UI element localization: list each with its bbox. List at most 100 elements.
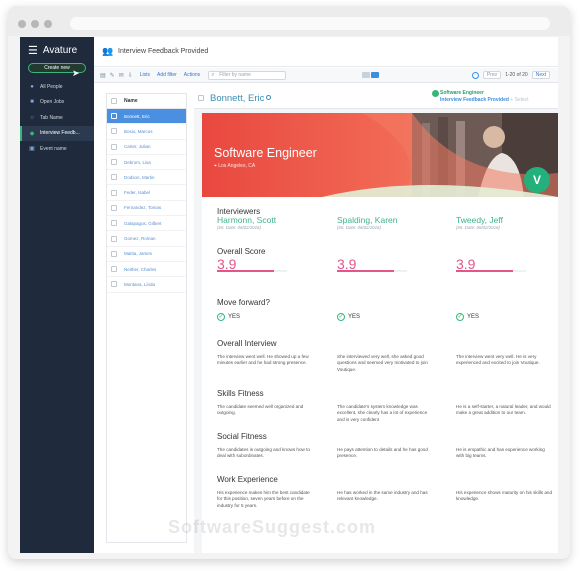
candidate-link[interactable]: Galapagos, Gilbert — [124, 221, 162, 226]
interview-date: (Int. Date: 06/02/2016) — [456, 225, 500, 231]
feedback-icon: ◆ — [29, 130, 35, 137]
candidate-link[interactable]: Dodson, Martin — [124, 175, 155, 180]
list-item[interactable]: Gomez, Roman — [107, 231, 186, 247]
section-work-experience: Work Experience — [217, 475, 278, 484]
move-forward-text: YES — [228, 313, 241, 320]
detail-header: Bonnett, Eric Software Engineer Intervie… — [194, 87, 558, 109]
select-all-checkbox[interactable] — [111, 98, 117, 104]
row-checkbox[interactable] — [111, 174, 117, 181]
check-circle-icon: ✓ — [217, 313, 225, 321]
row-checkbox[interactable] — [111, 281, 117, 288]
list-item[interactable]: Montana, Linda — [107, 277, 186, 293]
row-checkbox[interactable] — [111, 113, 117, 120]
banner-title: Software Engineer — [214, 146, 317, 160]
sidebar-item-all-people[interactable]: ● All People — [20, 79, 94, 95]
sidebar-item-label: Interview Feedb... — [40, 130, 80, 137]
download-icon[interactable]: ⇩ — [128, 72, 133, 79]
list-item[interactable]: Galapagos, Gilbert — [107, 216, 186, 232]
candidate-link[interactable]: Bosio, Marcus — [124, 129, 153, 134]
check-circle-icon: ✓ — [337, 313, 345, 321]
page-header: 👥 Interview Feedback Provided — [94, 37, 558, 67]
sidebar: ☰ Avature Create new ➤ ● All People ■ Op… — [20, 37, 94, 553]
move-forward-text: YES — [348, 313, 361, 320]
filter-input[interactable]: ⌕ Filter by name — [208, 70, 287, 80]
people-icon: ● — [30, 83, 34, 90]
interviewer-name[interactable]: Tweedy, Jeff — [456, 215, 554, 224]
row-checkbox[interactable] — [111, 250, 117, 257]
score-value: 3.9 — [217, 256, 237, 272]
candidate-link[interactable]: Debrom, Lisa — [124, 160, 151, 165]
row-checkbox[interactable] — [111, 143, 117, 150]
list-item[interactable]: Bosio, Marcus — [107, 124, 186, 140]
edit-icon[interactable]: ✎ — [110, 72, 115, 79]
row-checkbox[interactable] — [111, 266, 117, 273]
candidate-link[interactable]: Fernandez, Tomas — [124, 205, 161, 210]
list-item[interactable]: Dodson, Martin — [107, 170, 186, 186]
interview-date: (Int. Date: 06/02/2016) — [337, 225, 381, 231]
toolbar: ▤ ✎ ✉ ⇩ Lists Add filter Actions ⌕ Filte… — [94, 68, 558, 83]
list-item[interactable]: Neither, Charles — [107, 262, 186, 278]
sidebar-item-interview-feedback[interactable]: ◆ Interview Feedb... — [20, 125, 94, 141]
hamburger-menu-icon[interactable]: ☰ — [28, 44, 38, 57]
sidebar-item-open-jobs[interactable]: ■ Open Jobs — [20, 95, 94, 111]
candidate-link[interactable]: Montana, Linda — [124, 282, 155, 287]
close-dot[interactable] — [18, 20, 26, 28]
add-filter-menu[interactable]: Add filter — [157, 72, 177, 78]
candidate-link[interactable]: Carter, Julian — [124, 144, 151, 149]
actions-menu[interactable]: Actions — [184, 72, 200, 78]
list-item[interactable]: Fernandez, Tomas — [107, 201, 186, 217]
window-controls — [18, 20, 52, 28]
interviewer-name[interactable]: Spalding, Karen — [337, 215, 435, 224]
job-tag-extra[interactable]: + Select — [510, 97, 528, 103]
list-item[interactable]: Feder, Isabel — [107, 185, 186, 201]
job-link-icon — [432, 90, 439, 97]
move-forward-answer: ✓ YES — [337, 313, 435, 321]
email-icon[interactable]: ✉ — [119, 72, 124, 79]
candidate-link[interactable]: Gomez, Roman — [124, 236, 156, 241]
select-candidate-checkbox[interactable] — [198, 95, 204, 101]
work-experience-text: His experience shows maturity on his ski… — [456, 490, 552, 502]
info-icon[interactable] — [266, 95, 271, 100]
split-view-icon[interactable] — [371, 72, 380, 78]
candidate-link[interactable]: Neither, Charles — [124, 267, 156, 272]
row-checkbox[interactable] — [111, 204, 117, 211]
minimize-dot[interactable] — [31, 20, 39, 28]
sidebar-item-tab-name[interactable]: ○ Tab Name — [20, 110, 94, 126]
maximize-dot[interactable] — [44, 20, 52, 28]
lists-menu[interactable]: Lists — [140, 72, 150, 78]
row-checkbox[interactable] — [111, 235, 117, 242]
row-checkbox[interactable] — [111, 159, 117, 166]
next-button[interactable]: Next — [531, 71, 550, 79]
candidate-link[interactable]: Mattia, James — [124, 251, 152, 256]
interviewer-name[interactable]: Harmonn, Scott — [217, 215, 315, 224]
refresh-icon[interactable] — [471, 71, 479, 79]
candidate-list: Name Bonnett, Eric Bosio, Marcus Carter, J… — [106, 93, 187, 543]
document-icon[interactable]: ▤ — [100, 72, 106, 79]
sidebar-item-event-name[interactable]: ▣ Event name — [20, 141, 94, 157]
list-view-icon[interactable] — [362, 72, 371, 78]
column-header-name[interactable]: Name — [124, 98, 138, 104]
work-experience-text: He has worked in the same industry and h… — [337, 490, 428, 502]
list-item[interactable]: Mattia, James — [107, 247, 186, 262]
list-header: Name — [107, 94, 186, 109]
list-item[interactable]: Debrom, Lisa — [107, 155, 186, 171]
candidate-name[interactable]: Bonnett, Eric — [210, 93, 264, 104]
row-checkbox[interactable] — [111, 128, 117, 135]
app-name: Avature — [42, 45, 78, 56]
prev-button[interactable]: Prev — [482, 71, 502, 79]
social-fitness-text: The candidates is outgoing and knows how… — [217, 447, 310, 459]
row-checkbox[interactable] — [111, 189, 117, 196]
list-item[interactable]: Bonnett, Eric — [107, 109, 186, 125]
social-fitness-text: He pays attention to details and he has … — [337, 447, 428, 459]
page-title: Interview Feedback Provided — [118, 48, 209, 55]
interview-date: (Int. Date: 06/02/2016) — [217, 225, 261, 231]
address-bar[interactable] — [70, 17, 550, 30]
list-item[interactable]: Carter, Julian — [107, 140, 186, 155]
job-tag[interactable]: Software Engineer Interview Feedback Pro… — [440, 90, 529, 103]
view-toggle[interactable] — [362, 72, 380, 78]
candidate-link[interactable]: Feder, Isabel — [124, 190, 150, 195]
candidate-link[interactable]: Bonnett, Eric — [124, 114, 150, 119]
sidebar-item-label: Event name — [40, 145, 67, 152]
row-checkbox[interactable] — [111, 220, 117, 227]
feedback-card: Software Engineer ⌖ Los Angeles, CA V In… — [202, 113, 558, 553]
